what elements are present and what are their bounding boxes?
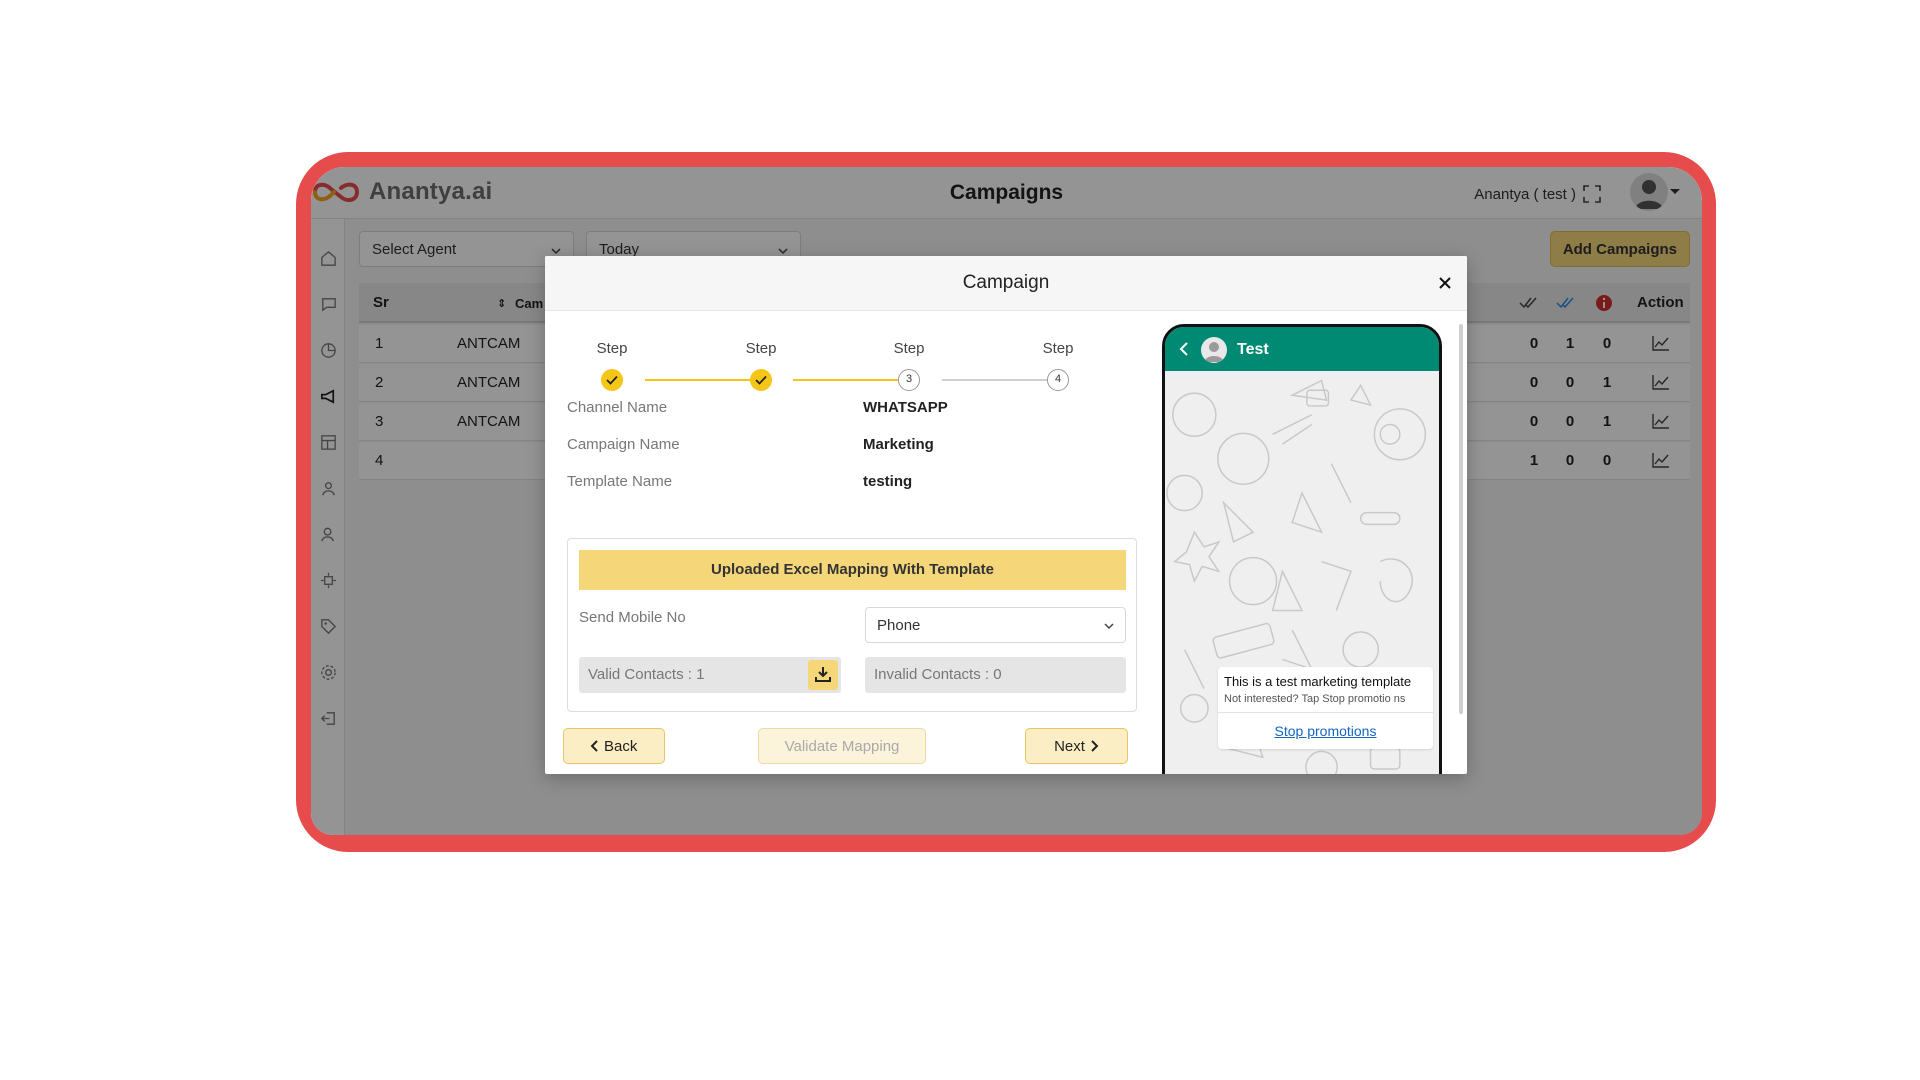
send-mobile-label: Send Mobile No xyxy=(579,609,686,626)
phone-column-select[interactable]: Phone xyxy=(865,607,1126,643)
campaign-modal: Campaign Step Step Step Step 3 4 Channel… xyxy=(545,256,1467,774)
modal-header: Campaign xyxy=(545,256,1467,311)
download-valid-contacts-button[interactable] xyxy=(808,660,838,690)
contact-name: Test xyxy=(1237,341,1269,358)
step-4-indicator[interactable]: 4 xyxy=(1047,369,1069,391)
step-2-complete[interactable] xyxy=(750,369,772,391)
next-button[interactable]: Next xyxy=(1025,728,1128,764)
back-button[interactable]: Back xyxy=(563,728,665,764)
valid-contacts-text: Valid Contacts : 1 xyxy=(588,666,705,683)
invalid-contacts-text: Invalid Contacts : 0 xyxy=(874,666,1002,683)
template-name-value: testing xyxy=(863,473,913,490)
modal-scrollbar[interactable] xyxy=(1459,324,1463,714)
checkmark-icon xyxy=(755,375,767,385)
mapping-banner: Uploaded Excel Mapping With Template xyxy=(579,550,1126,590)
contact-avatar xyxy=(1201,337,1227,363)
campaign-name-label: Campaign Name xyxy=(567,436,680,453)
step-label: Step xyxy=(1042,340,1074,357)
step-label: Step xyxy=(745,340,777,357)
step-label: Step xyxy=(893,340,925,357)
chevron-down-icon xyxy=(1104,623,1114,630)
step-3-indicator[interactable]: 3 xyxy=(898,369,920,391)
step-1-complete[interactable] xyxy=(601,369,623,391)
step-connector xyxy=(793,379,901,381)
invalid-contacts-field: Invalid Contacts : 0 xyxy=(865,657,1126,693)
whatsapp-header: Test xyxy=(1165,327,1439,371)
chevron-right-icon xyxy=(1091,740,1099,752)
stop-promotions-link[interactable]: Stop promotions xyxy=(1218,712,1433,749)
message-footer: Not interested? Tap Stop promotio ns xyxy=(1224,693,1406,705)
back-arrow-icon xyxy=(1179,342,1188,356)
download-icon xyxy=(815,667,831,682)
step-label: Step xyxy=(596,340,628,357)
whatsapp-preview: Test This is a test marketing template N… xyxy=(1162,324,1442,774)
next-button-label: Next xyxy=(1054,738,1085,755)
back-button-label: Back xyxy=(604,738,638,755)
checkmark-icon xyxy=(606,375,618,385)
phone-select-value: Phone xyxy=(877,617,921,634)
modal-title: Campaign xyxy=(962,272,1050,293)
validate-mapping-button[interactable]: Validate Mapping xyxy=(758,728,926,764)
mapping-panel: Uploaded Excel Mapping With Template Sen… xyxy=(567,538,1137,712)
chevron-left-icon xyxy=(590,740,598,752)
valid-contacts-field: Valid Contacts : 1 xyxy=(579,657,841,693)
message-text: This is a test marketing template xyxy=(1224,674,1412,689)
channel-name-label: Channel Name xyxy=(567,399,668,416)
close-icon[interactable] xyxy=(1437,275,1453,291)
message-bubble: This is a test marketing template Not in… xyxy=(1218,667,1433,749)
campaign-name-value: Marketing xyxy=(863,436,934,453)
channel-name-value: WHATSAPP xyxy=(863,399,948,416)
step-connector xyxy=(645,379,753,381)
user-avatar-icon xyxy=(1204,342,1224,362)
template-name-label: Template Name xyxy=(567,473,673,490)
step-connector xyxy=(942,379,1050,381)
